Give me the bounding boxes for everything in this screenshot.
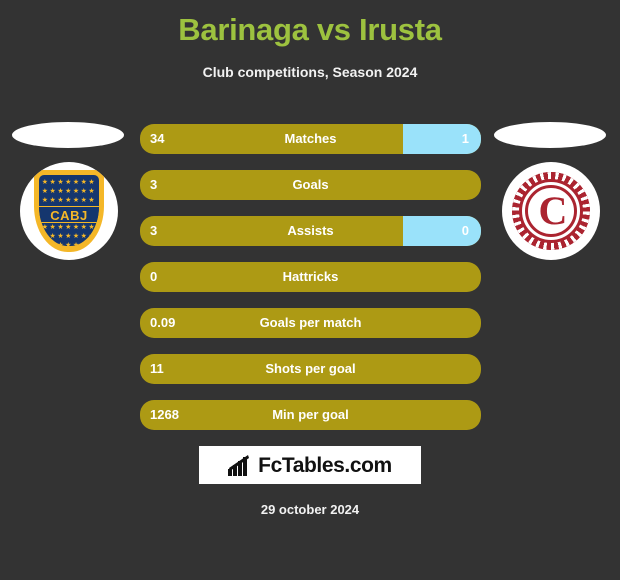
- stat-row-matches: 34 Matches 1: [140, 124, 481, 154]
- stats-comparison-card: Barinaga vs Irusta Club competitions, Se…: [0, 0, 620, 580]
- stat-label: Shots per goal: [265, 361, 356, 376]
- home-badge-ellipse-decoration: [12, 122, 124, 148]
- stats-list: 34 Matches 1 3 Goals 3 Assists 0 0 Hattr…: [140, 124, 481, 446]
- stat-label: Hattricks: [282, 269, 339, 284]
- lanus-crest-icon: C: [512, 172, 590, 250]
- stat-row-assists: 3 Assists 0: [140, 216, 481, 246]
- bar-chart-icon: [228, 454, 250, 476]
- stat-label: Assists: [287, 223, 334, 238]
- home-team-badge: ★★★★★★★★★★★★★★★★★★★★★ ★★★★★★★★★★★★★★★★★★★…: [9, 120, 129, 270]
- away-value: 1: [461, 131, 469, 146]
- stat-label: Matches: [284, 131, 337, 146]
- stat-row-goals-per-match: 0.09 Goals per match: [140, 308, 481, 338]
- page-title: Barinaga vs Irusta: [178, 12, 442, 47]
- away-badge-text: C: [538, 188, 568, 233]
- stat-label: Goals: [292, 177, 329, 192]
- stat-row-goals: 3 Goals: [140, 170, 481, 200]
- away-badge-ellipse-decoration: [494, 122, 606, 148]
- stat-label: Goals per match: [259, 315, 362, 330]
- fctables-brand-logo[interactable]: FcTables.com: [199, 446, 421, 484]
- home-badge-text: CABJ: [39, 206, 99, 223]
- away-badge-disc: C: [502, 162, 600, 260]
- generated-date: 29 october 2024: [260, 502, 360, 517]
- crest-inner-shield: ★★★★★★★★★★★★★★★★★★★★★ ★★★★★★★★★★★★★★★★★★★…: [39, 175, 99, 246]
- boca-juniors-crest-icon: ★★★★★★★★★★★★★★★★★★★★★ ★★★★★★★★★★★★★★★★★★★…: [34, 170, 104, 252]
- stat-row-min-per-goal: 1268 Min per goal: [140, 400, 481, 430]
- away-team-badge: C: [491, 120, 611, 270]
- home-badge-disc: ★★★★★★★★★★★★★★★★★★★★★ ★★★★★★★★★★★★★★★★★★★…: [20, 162, 118, 260]
- stat-row-shots-per-goal: 11 Shots per goal: [140, 354, 481, 384]
- page-subtitle: Club competitions, Season 2024: [202, 64, 418, 80]
- away-value: 0: [461, 223, 469, 238]
- stat-row-hattricks: 0 Hattricks: [140, 262, 481, 292]
- stat-label: Min per goal: [272, 407, 349, 422]
- brand-name: FcTables.com: [258, 453, 392, 477]
